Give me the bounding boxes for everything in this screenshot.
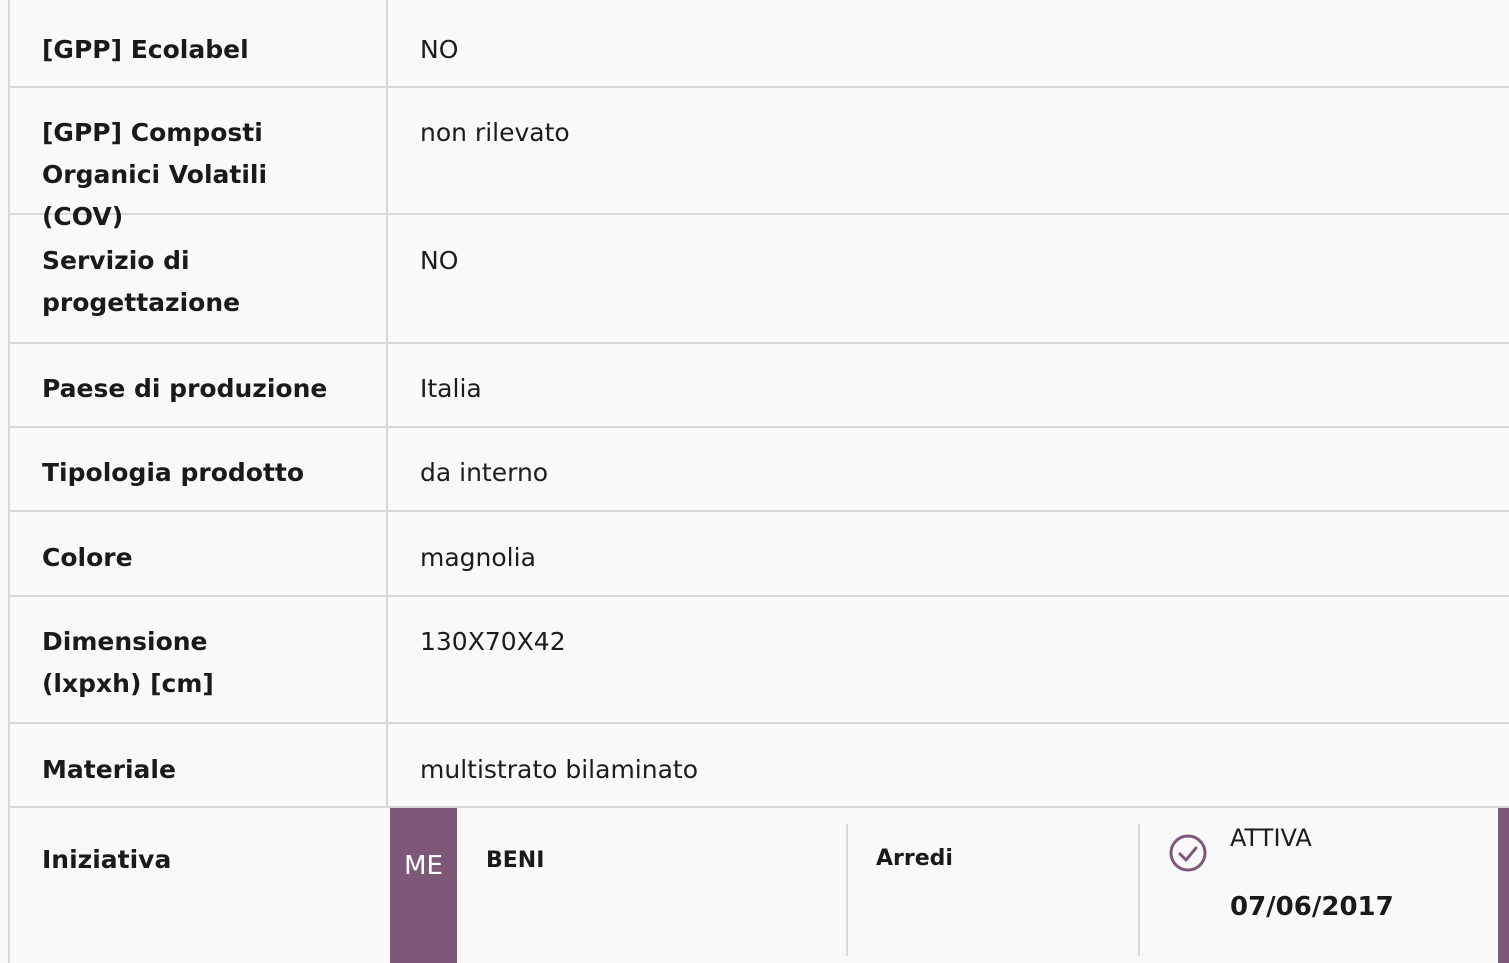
row-value: non rilevato	[420, 118, 570, 147]
row-value: magnolia	[420, 543, 536, 572]
status-text: ATTIVA	[1230, 824, 1312, 852]
product-attributes-table: [GPP] Ecolabel NO [GPP] Composti Organic…	[8, 0, 1509, 963]
iniziativa-type: BENI	[486, 848, 545, 873]
iniziativa-label: Iniziativa	[42, 845, 172, 874]
row-value: da interno	[420, 458, 549, 487]
row-value: 130X70X42	[420, 627, 566, 656]
table-row: Paese di produzione Italia	[10, 344, 1509, 428]
row-label: Materiale	[42, 755, 176, 784]
separator	[1138, 824, 1140, 956]
table-row: [GPP] Ecolabel NO	[10, 0, 1509, 88]
row-label: Tipologia prodotto	[42, 458, 305, 487]
table-row: [GPP] Composti Organici Volatili (COV) n…	[10, 88, 1509, 231]
check-circle-icon	[1169, 834, 1207, 872]
table-row: Materiale multistrato bilaminato	[10, 724, 1509, 808]
table-row: Dimensione (lxpxh) [cm] 130X70X42	[10, 597, 1509, 724]
row-value: multistrato bilaminato	[420, 755, 699, 784]
accent-bar	[1498, 808, 1509, 963]
iniziativa-category: Arredi	[876, 846, 953, 871]
row-label: [GPP] Ecolabel	[42, 35, 249, 64]
status-date: 07/06/2017	[1230, 892, 1394, 922]
iniziativa-badge: ME	[390, 808, 457, 963]
row-label: Colore	[42, 543, 133, 572]
row-label: Paese di produzione	[42, 374, 328, 403]
row-label: Dimensione (lxpxh) [cm]	[42, 627, 214, 698]
table-row: Colore magnolia	[10, 512, 1509, 597]
row-value: NO	[420, 246, 459, 275]
separator	[846, 824, 848, 956]
table-row: Tipologia prodotto da interno	[10, 428, 1509, 512]
table-row: Servizio di progettazione NO	[10, 215, 1509, 344]
badge-text: ME	[404, 851, 443, 881]
row-label: Servizio di progettazione	[42, 246, 241, 317]
row-value: Italia	[420, 374, 482, 403]
row-value: NO	[420, 35, 459, 64]
